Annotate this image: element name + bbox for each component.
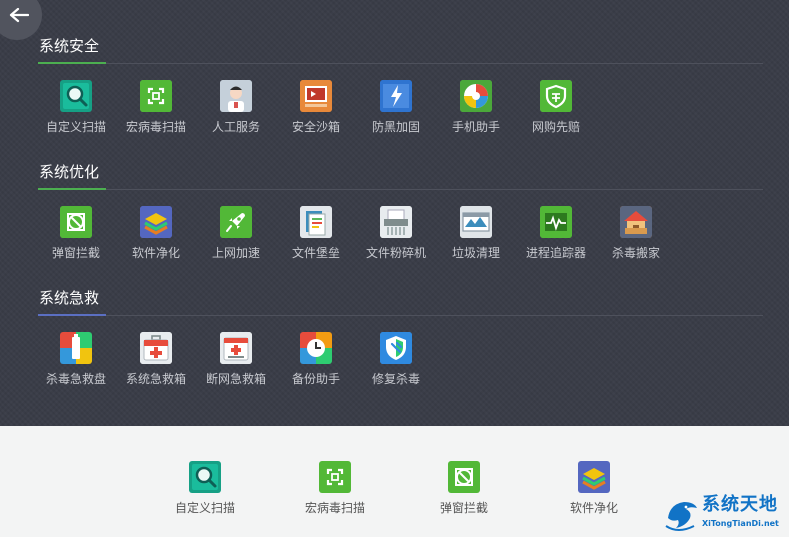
quick-macro-scan[interactable]: 宏病毒扫描 [290, 461, 380, 527]
section-accent [38, 188, 106, 190]
watermark-url: XiTongTianDi.net [702, 519, 779, 528]
tool-label: 上网加速 [211, 246, 260, 260]
tool-popup-block[interactable]: 弹窗拦截 [36, 206, 116, 272]
quick-custom-scan[interactable]: 自定义扫描 [160, 461, 250, 527]
magnifier-icon [60, 80, 92, 112]
quick-label: 软件净化 [569, 501, 618, 515]
quick-label: 宏病毒扫描 [304, 501, 365, 515]
tool-label: 杀毒急救盘 [45, 372, 106, 386]
tool-label: 人工服务 [211, 120, 260, 134]
tool-label: 文件粉碎机 [365, 246, 426, 260]
section-title: 系统优化 [39, 163, 100, 181]
popup-block-icon [448, 461, 480, 493]
sandbox-icon [300, 80, 332, 112]
quick-popup-block[interactable]: 弹窗拦截 [419, 461, 509, 527]
software-clean-icon [578, 461, 610, 493]
macro-scan-icon [319, 461, 351, 493]
tool-label: 手机助手 [451, 120, 500, 134]
hacker-defense-icon [380, 80, 412, 112]
tool-macro-scan[interactable]: 宏病毒扫描 [116, 80, 196, 146]
tool-hacker-defense[interactable]: 防黑加固 [356, 80, 436, 146]
section-title: 系统急救 [39, 289, 100, 307]
move-house-icon [620, 206, 652, 238]
backup-clock-icon [300, 332, 332, 364]
shopping-shield-icon [540, 80, 572, 112]
file-fortress-icon [300, 206, 332, 238]
tool-file-shredder[interactable]: 文件粉碎机 [356, 206, 436, 272]
tool-software-clean[interactable]: 软件净化 [116, 206, 196, 272]
software-clean-icon [140, 206, 172, 238]
section-divider [38, 63, 763, 64]
repair-shield-icon [380, 332, 412, 364]
tool-repair-antivirus[interactable]: 修复杀毒 [356, 332, 436, 398]
tool-label: 软件净化 [131, 246, 180, 260]
tool-label: 防黑加固 [371, 120, 420, 134]
magnifier-icon [189, 461, 221, 493]
quick-software-clean[interactable]: 软件净化 [549, 461, 639, 527]
quick-label: 弹窗拦截 [439, 501, 488, 515]
section-title: 系统安全 [39, 37, 100, 55]
tool-label: 备份助手 [291, 372, 340, 386]
toolbox-window: 系统安全 系统优化 系统急救 自定义扫描 宏病毒扫描 人工服务 安全沙箱 防黑加… [0, 0, 789, 537]
tool-antivirus-move[interactable]: 杀毒搬家 [596, 206, 676, 272]
rocket-icon [220, 206, 252, 238]
section-accent [38, 314, 106, 316]
tool-net-accelerate[interactable]: 上网加速 [196, 206, 276, 272]
tool-network-rescue-kit[interactable]: 断网急救箱 [196, 332, 276, 398]
section-divider [38, 315, 763, 316]
tool-custom-scan[interactable]: 自定义扫描 [36, 80, 116, 146]
macro-scan-icon [140, 80, 172, 112]
shredder-icon [380, 206, 412, 238]
tool-process-tracker[interactable]: 进程追踪器 [516, 206, 596, 272]
tool-label: 弹窗拦截 [51, 246, 100, 260]
tool-phone-assistant[interactable]: 手机助手 [436, 80, 516, 146]
section-accent [38, 62, 106, 64]
section-divider [38, 189, 763, 190]
quick-label: 自定义扫描 [174, 501, 235, 515]
junk-clean-icon [460, 206, 492, 238]
tool-label: 安全沙箱 [291, 120, 340, 134]
tool-label: 修复杀毒 [371, 372, 420, 386]
tool-rescue-usb[interactable]: 杀毒急救盘 [36, 332, 116, 398]
site-watermark: 系统天地 XiTongTianDi.net [664, 494, 789, 537]
tool-label: 系统急救箱 [125, 372, 186, 386]
tool-junk-clean[interactable]: 垃圾清理 [436, 206, 516, 272]
dolphin-logo-icon [665, 502, 697, 531]
tool-label: 网购先赔 [531, 120, 580, 134]
tool-shopping-guarantee[interactable]: 网购先赔 [516, 80, 596, 146]
watermark-title: 系统天地 [702, 494, 778, 515]
tool-label: 文件堡垒 [291, 246, 340, 260]
process-tracker-icon [540, 206, 572, 238]
tool-label: 进程追踪器 [525, 246, 586, 260]
phone-assistant-icon [460, 80, 492, 112]
support-agent-icon [220, 80, 252, 112]
tool-backup-assistant[interactable]: 备份助手 [276, 332, 356, 398]
tool-label: 自定义扫描 [45, 120, 106, 134]
tool-file-fortress[interactable]: 文件堡垒 [276, 206, 356, 272]
tool-label: 垃圾清理 [451, 246, 500, 260]
network-aid-icon [220, 332, 252, 364]
back-arrow-icon [9, 7, 29, 23]
tool-human-service[interactable]: 人工服务 [196, 80, 276, 146]
first-aid-kit-icon [140, 332, 172, 364]
popup-block-icon [60, 206, 92, 238]
tools-panel: 系统安全 系统优化 系统急救 自定义扫描 宏病毒扫描 人工服务 安全沙箱 防黑加… [0, 0, 789, 426]
back-button[interactable] [0, 0, 42, 40]
tool-label: 杀毒搬家 [611, 246, 660, 260]
tool-label: 宏病毒扫描 [125, 120, 186, 134]
tool-sandbox[interactable]: 安全沙箱 [276, 80, 356, 146]
rescue-usb-icon [60, 332, 92, 364]
tool-system-rescue-kit[interactable]: 系统急救箱 [116, 332, 196, 398]
tool-label: 断网急救箱 [205, 372, 266, 386]
